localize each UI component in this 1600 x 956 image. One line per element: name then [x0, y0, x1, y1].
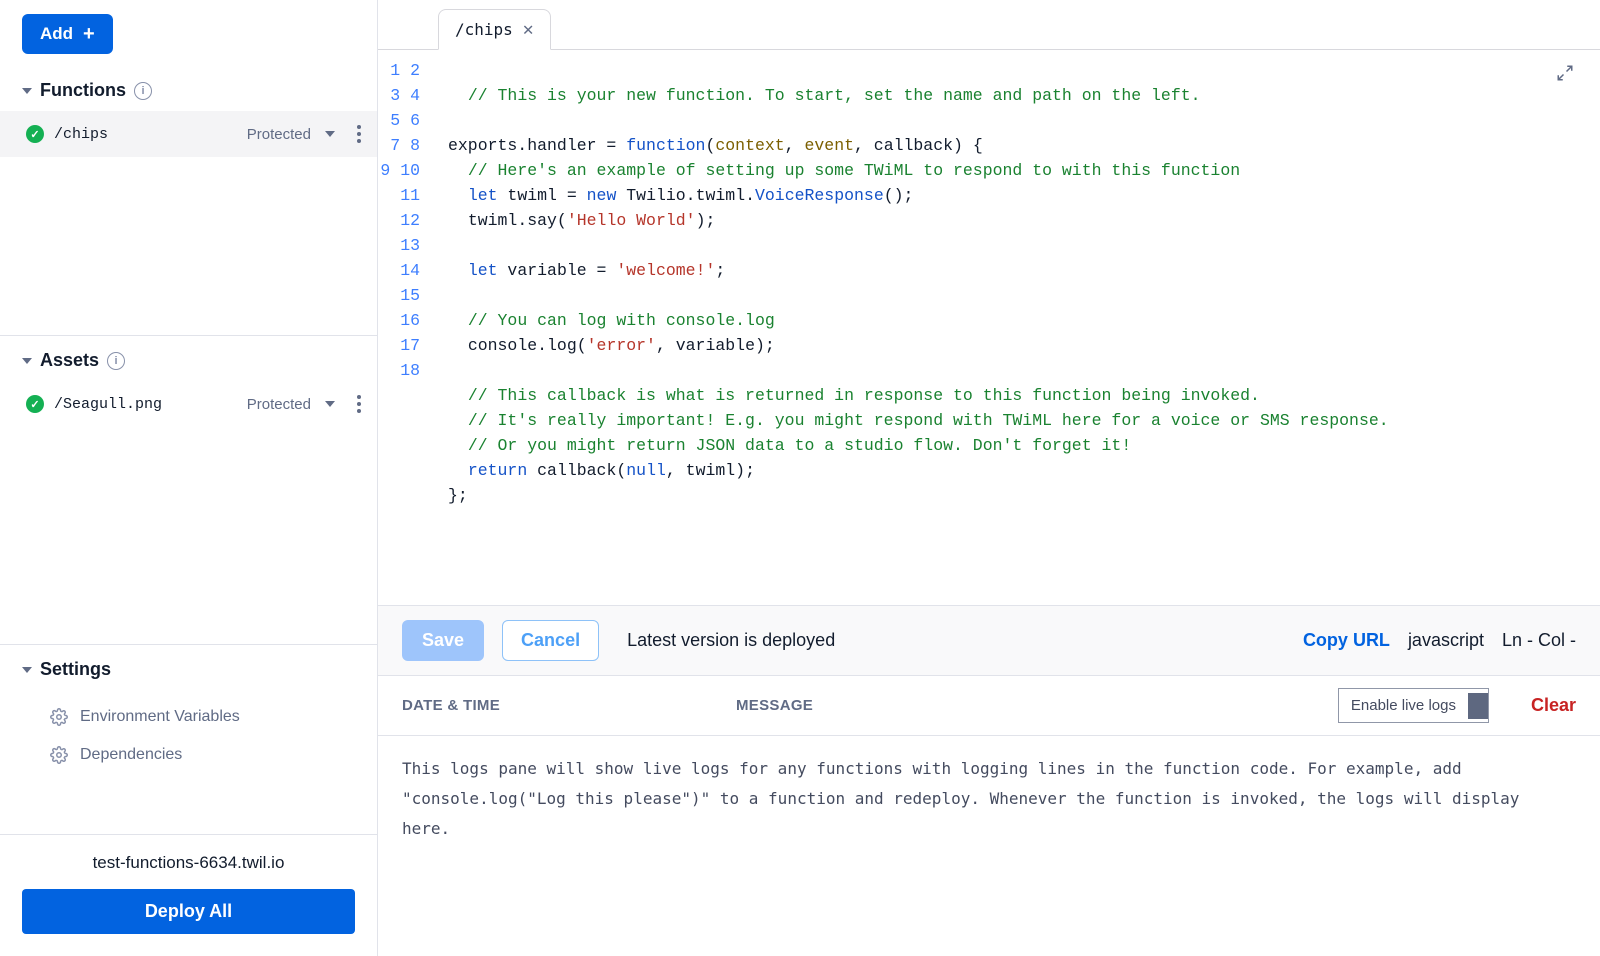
language-indicator: javascript — [1408, 630, 1484, 651]
deploy-all-button[interactable]: Deploy All — [22, 889, 355, 934]
logs-header: DATE & TIME MESSAGE Enable live logs Cle… — [378, 675, 1600, 736]
deploy-status: Latest version is deployed — [627, 630, 1285, 651]
asset-name: /Seagull.png — [54, 396, 237, 413]
copy-url-link[interactable]: Copy URL — [1303, 630, 1390, 651]
settings-header[interactable]: Settings — [0, 645, 377, 690]
settings-env-vars[interactable]: Environment Variables — [0, 698, 377, 736]
function-menu-button[interactable] — [353, 121, 365, 147]
chevron-down-icon[interactable] — [325, 401, 335, 407]
cursor-position: Ln - Col - — [1502, 630, 1576, 651]
live-logs-label: Enable live logs — [1351, 697, 1456, 714]
settings-deps-label: Dependencies — [80, 746, 182, 764]
settings-title: Settings — [40, 659, 111, 680]
main-pane: /chips ✕ 1 2 3 4 5 6 7 8 9 10 11 12 13 1… — [378, 0, 1600, 956]
settings-dependencies[interactable]: Dependencies — [0, 736, 377, 774]
code-editor[interactable]: 1 2 3 4 5 6 7 8 9 10 11 12 13 14 15 16 1… — [378, 50, 1600, 605]
info-icon[interactable]: i — [134, 82, 152, 100]
toggle-icon — [1468, 693, 1488, 719]
assets-section: Assets i /Seagull.png Protected — [0, 336, 377, 645]
settings-section: Settings Environment Variables Dependenc… — [0, 645, 377, 835]
line-gutter: 1 2 3 4 5 6 7 8 9 10 11 12 13 14 15 16 1… — [378, 58, 430, 605]
status-ok-icon — [26, 395, 44, 413]
asset-menu-button[interactable] — [353, 391, 365, 417]
function-item-chips[interactable]: /chips Protected — [0, 111, 377, 157]
functions-section: Functions i /chips Protected — [0, 66, 377, 336]
tab-bar: /chips ✕ — [378, 0, 1600, 50]
enable-live-logs-button[interactable]: Enable live logs — [1338, 688, 1489, 723]
status-ok-icon — [26, 125, 44, 143]
caret-down-icon — [22, 358, 32, 364]
gear-icon — [50, 746, 68, 764]
asset-visibility: Protected — [247, 396, 311, 413]
add-button[interactable]: Add + — [22, 14, 113, 54]
cancel-button[interactable]: Cancel — [502, 620, 599, 661]
functions-header[interactable]: Functions i — [0, 66, 377, 111]
add-button-label: Add — [40, 24, 73, 44]
expand-icon[interactable] — [1556, 64, 1574, 90]
gear-icon — [50, 708, 68, 726]
logs-col-date: DATE & TIME — [402, 697, 712, 714]
info-icon[interactable]: i — [107, 352, 125, 370]
close-icon[interactable]: ✕ — [523, 21, 534, 39]
caret-down-icon — [22, 667, 32, 673]
deploy-block: test-functions-6634.twil.io Deploy All — [0, 835, 377, 956]
plus-icon: + — [83, 24, 95, 44]
logs-body: This logs pane will show live logs for a… — [378, 736, 1600, 956]
tab-label: /chips — [455, 20, 513, 39]
settings-env-label: Environment Variables — [80, 708, 240, 726]
deploy-url: test-functions-6634.twil.io — [22, 853, 355, 873]
tab-chips[interactable]: /chips ✕ — [438, 9, 551, 50]
function-visibility: Protected — [247, 126, 311, 143]
status-bar: Save Cancel Latest version is deployed C… — [378, 605, 1600, 675]
chevron-down-icon[interactable] — [325, 131, 335, 137]
function-name: /chips — [54, 126, 237, 143]
asset-item-seagull[interactable]: /Seagull.png Protected — [0, 381, 377, 427]
assets-header[interactable]: Assets i — [0, 336, 377, 381]
functions-title: Functions — [40, 80, 126, 101]
caret-down-icon — [22, 88, 32, 94]
sidebar: Add + Functions i /chips Protected Asset… — [0, 0, 378, 956]
code-content[interactable]: // This is your new function. To start, … — [430, 58, 1600, 605]
save-button[interactable]: Save — [402, 620, 484, 661]
logs-col-message: MESSAGE — [736, 697, 1314, 714]
clear-logs-button[interactable]: Clear — [1531, 695, 1576, 716]
assets-title: Assets — [40, 350, 99, 371]
